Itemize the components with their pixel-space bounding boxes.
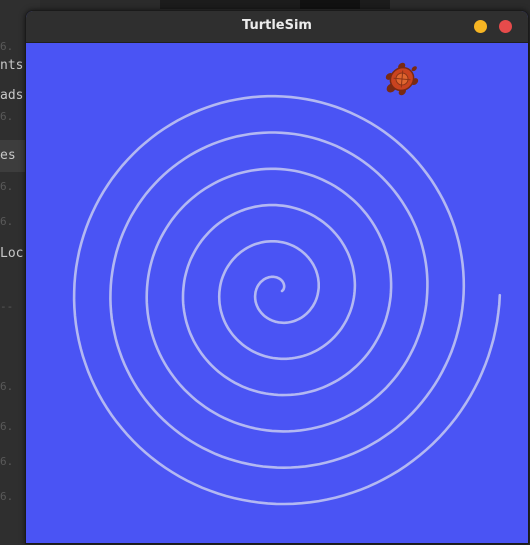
background-log-line: 6. bbox=[0, 420, 14, 433]
background-log-line: 6. bbox=[0, 215, 14, 228]
background-terminal-text: nts bbox=[0, 58, 24, 73]
turtlesim-canvas bbox=[72, 62, 502, 506]
background-log-line: 6. bbox=[0, 40, 14, 53]
window-titlebar[interactable]: TurtleSim bbox=[26, 11, 528, 43]
background-log-line: 6. bbox=[0, 180, 14, 193]
background-terminal-text: ads bbox=[0, 88, 24, 103]
window-title: TurtleSim bbox=[242, 18, 312, 33]
turtlesim-window[interactable]: TurtleSim bbox=[25, 10, 529, 544]
background-log-line: 6. bbox=[0, 380, 14, 393]
turtle-trail bbox=[72, 94, 502, 506]
background-terminal-text: Loc bbox=[0, 246, 24, 261]
minimize-button[interactable] bbox=[474, 20, 487, 33]
background-log-line: -- bbox=[0, 300, 14, 313]
background-log-line: 6. bbox=[0, 455, 14, 468]
background-window-edge-dark bbox=[300, 0, 360, 9]
background-log-line: 6. bbox=[0, 490, 14, 503]
background-log-line: 6. bbox=[0, 110, 14, 123]
turtle-icon bbox=[385, 62, 419, 96]
close-button[interactable] bbox=[499, 20, 512, 33]
background-terminal-text: es bbox=[0, 148, 16, 163]
